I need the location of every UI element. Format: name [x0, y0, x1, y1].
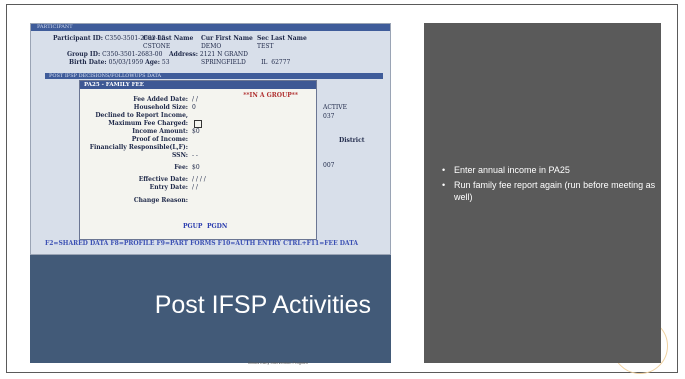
birth-date-row: Birth Date: 05/03/1959 Age: 53: [69, 59, 170, 67]
fee-field-value[interactable]: / /: [192, 96, 198, 103]
dialog-title-bar: PA25 - FAMILY FEE: [80, 81, 316, 89]
group-id-value: C350-3501-2683-00: [102, 51, 163, 58]
age-label: Age:: [145, 59, 160, 66]
cur-last-name-value: CSTONE: [143, 43, 171, 50]
bullet-text: Enter annual income in PA25: [454, 165, 570, 175]
cur-last-name-label: Cur Last Name: [143, 35, 194, 42]
cur-first-name: Cur First Name DEMO: [201, 35, 253, 51]
address-label: Address:: [169, 51, 198, 58]
function-keys-bar: F2=SHARED DATA F8=PROFILE F9=PART FORMS …: [45, 240, 359, 247]
fee-field-label: Fee Added Date:: [133, 96, 188, 103]
fee-field-value[interactable]: / / / /: [192, 176, 206, 183]
fee-field-label: Household Size:: [133, 104, 188, 111]
state-value: IL: [261, 59, 268, 66]
zip-value: 62777: [271, 59, 291, 66]
fee-field-value[interactable]: - -: [192, 152, 198, 159]
group-id-row: Group ID: C350-3501-2683-00: [67, 51, 162, 59]
bullet-list: • Enter annual income in PA25 • Run family …: [442, 164, 657, 206]
bullet-text: Run family fee report again (run before …: [454, 180, 656, 202]
sec-last-name-value: TEST: [257, 43, 274, 50]
dialog-title: PA25 - FAMILY FEE: [84, 82, 144, 88]
fee-field-label: Declined to Report Income,: [95, 112, 188, 119]
birth-date-label: Birth Date:: [69, 59, 107, 66]
pgdn-button[interactable]: PGDN: [207, 223, 227, 230]
sec-last-name: Sec Last Name TEST: [257, 35, 307, 51]
slide-title: Post IFSP Activities: [154, 291, 371, 319]
bullet-panel: • Enter annual income in PA25 • Run family …: [424, 23, 661, 363]
fee-field-label: Entry Date:: [149, 184, 188, 191]
pgup-button[interactable]: PGUP: [183, 223, 202, 230]
birth-date-value: 05/03/1959: [108, 59, 144, 66]
max-fee-checkbox[interactable]: [194, 120, 202, 128]
top-bar-label: PARTICIPANT: [37, 24, 73, 30]
section-bar: POST IFSP DECISIONS/FOLLOWUPS DATA: [45, 73, 383, 79]
fee-field-label: Effective Date:: [138, 176, 188, 183]
fee-field-value[interactable]: $0: [192, 164, 200, 171]
fee-field-value[interactable]: $0: [192, 128, 200, 135]
bg-number-text: 037: [323, 113, 335, 120]
section-label: POST IFSP DECISIONS/FOLLOWUPS DATA: [49, 73, 162, 79]
family-fee-dialog: PA25 - FAMILY FEE **IN A GROUP** Fee Add…: [79, 80, 317, 240]
fee-field-value[interactable]: [192, 120, 202, 128]
cur-first-name-label: Cur First Name: [201, 35, 253, 42]
slide-footer: Illinois Early Intervention Program: [248, 360, 308, 365]
in-group-flag: **IN A GROUP**: [243, 92, 298, 99]
bg-number2-text: 007: [323, 162, 335, 169]
fee-field-label: Change Reason:: [133, 197, 188, 204]
bullet-dot-icon: •: [442, 180, 446, 190]
bg-active-text: ACTIVE: [323, 104, 348, 111]
bullet-item: • Run family fee report again (run before…: [442, 179, 657, 203]
participant-id-label: Participant ID:: [53, 35, 103, 42]
fee-field-label: Proof of Income:: [131, 136, 188, 143]
sec-last-name-label: Sec Last Name: [257, 35, 307, 42]
fee-field-label: Fee:: [174, 164, 188, 171]
fee-field-label: Maximum Fee Charged:: [108, 120, 188, 127]
address-value: 2121 N GRAND: [199, 51, 248, 58]
bg-district-text: District: [339, 137, 365, 144]
title-box: Post IFSP Activities: [30, 255, 391, 363]
age-value: 53: [161, 59, 170, 66]
group-id-label: Group ID:: [67, 51, 101, 58]
fee-field-label: Financially Responsible(L,F):: [89, 144, 188, 151]
cur-last-name: Cur Last Name CSTONE: [143, 35, 193, 51]
fee-field-value[interactable]: 0: [192, 104, 196, 111]
bullet-dot-icon: •: [442, 165, 446, 175]
fee-field-label: Income Amount:: [132, 128, 188, 135]
address-row: Address: 2121 N GRAND: [169, 51, 248, 59]
cur-first-name-value: DEMO: [201, 43, 222, 50]
screenshot-top-bar: PARTICIPANT: [31, 24, 390, 31]
cornerstone-screenshot: PARTICIPANT Participant ID: C350-3501-26…: [30, 23, 391, 255]
city-value: SPRINGFIELD: [201, 59, 246, 66]
city-row: SPRINGFIELD IL 62777: [201, 59, 290, 67]
fee-field-label: SSN:: [171, 152, 188, 159]
fee-field-value[interactable]: / /: [192, 184, 198, 191]
bullet-item: • Enter annual income in PA25: [442, 164, 657, 176]
